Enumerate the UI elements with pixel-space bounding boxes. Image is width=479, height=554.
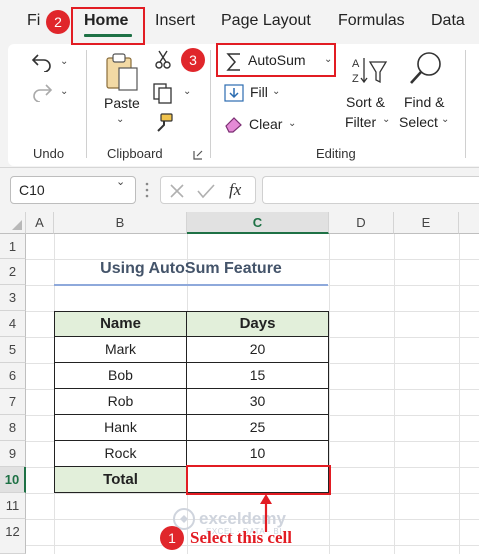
clipboard-group-label: Clipboard xyxy=(107,146,163,161)
home-tab-highlight xyxy=(71,7,145,45)
eraser-icon xyxy=(224,115,244,138)
selected-cell-highlight xyxy=(186,465,331,495)
editing-group-label: Editing xyxy=(316,146,356,161)
group-separator xyxy=(465,50,466,158)
step-3-badge: 3 xyxy=(181,48,205,72)
format-painter-icon[interactable] xyxy=(152,112,174,139)
group-separator xyxy=(210,50,211,158)
fill-button[interactable]: Fill xyxy=(250,84,268,100)
copy-dropdown-chevron-icon[interactable]: ⌄ xyxy=(183,86,191,97)
column-header-e[interactable]: E xyxy=(394,212,459,234)
table-cell-days[interactable]: 25 xyxy=(187,415,329,441)
gridline xyxy=(329,234,330,554)
table-cell-name[interactable]: Rock xyxy=(55,441,187,467)
sort-filter-dropdown-chevron-icon[interactable]: ⌄ xyxy=(382,114,390,125)
formula-controls: fx xyxy=(160,176,256,204)
column-header-c[interactable]: C xyxy=(187,212,329,234)
group-separator xyxy=(86,50,87,158)
cut-icon[interactable] xyxy=(154,50,172,75)
column-header-a[interactable]: A xyxy=(26,212,54,234)
copy-icon[interactable] xyxy=(152,82,174,109)
svg-text:Z: Z xyxy=(352,73,359,85)
table-cell-days[interactable]: 15 xyxy=(187,363,329,389)
column-header-d[interactable]: D xyxy=(329,212,394,234)
clear-dropdown-chevron-icon[interactable]: ⌄ xyxy=(288,118,296,129)
find-select-dropdown-chevron-icon[interactable]: ⌄ xyxy=(441,114,449,125)
sort-filter-label-line1[interactable]: Sort & xyxy=(346,94,385,110)
name-box-chevron-icon[interactable]: ⌄ xyxy=(116,175,125,188)
tab-page-layout[interactable]: Page Layout xyxy=(221,12,311,30)
table-cell-name[interactable]: Rob xyxy=(55,389,187,415)
row-header-1[interactable]: 1 xyxy=(0,234,26,259)
paste-icon[interactable] xyxy=(104,52,140,97)
step-2-badge: 2 xyxy=(46,10,70,34)
table-cell-days[interactable]: 30 xyxy=(187,389,329,415)
tab-insert[interactable]: Insert xyxy=(155,12,195,30)
svg-text:A: A xyxy=(352,58,360,70)
dialog-launcher-icon[interactable] xyxy=(193,147,203,165)
insert-function-button[interactable]: fx xyxy=(229,180,241,200)
paste-button-label[interactable]: Paste xyxy=(104,95,140,111)
table-cell-days[interactable]: 20 xyxy=(187,337,329,363)
clear-button[interactable]: Clear xyxy=(249,116,282,132)
title-underline xyxy=(54,284,328,286)
sheet-title: Using AutoSum Feature xyxy=(100,260,282,277)
undo-dropdown-chevron-icon[interactable]: ⌄ xyxy=(60,56,68,67)
select-all-corner[interactable] xyxy=(0,212,26,234)
row-header-9[interactable]: 9 xyxy=(0,441,26,467)
row-header-8[interactable]: 8 xyxy=(0,415,26,441)
column-header-b[interactable]: B xyxy=(54,212,187,234)
table-cell-days[interactable]: 10 xyxy=(187,441,329,467)
row-header-12[interactable]: 12 xyxy=(0,519,26,554)
fill-down-icon xyxy=(224,84,244,107)
table-cell-name[interactable]: Mark xyxy=(55,337,187,363)
undo-group-label: Undo xyxy=(33,146,65,161)
row-header-6[interactable]: 6 xyxy=(0,363,26,389)
paste-dropdown-chevron-icon[interactable]: ⌄ xyxy=(116,114,124,125)
step-1-instruction: Select this cell xyxy=(190,528,292,547)
row-header-10[interactable]: 10 xyxy=(0,467,26,493)
row-header-2[interactable]: 2 xyxy=(0,259,26,285)
tab-data[interactable]: Data xyxy=(431,12,465,30)
total-label-cell[interactable]: Total xyxy=(55,467,187,493)
tab-file[interactable]: Fi xyxy=(27,12,40,30)
row-header-3[interactable]: 3 xyxy=(0,285,26,311)
fill-dropdown-chevron-icon[interactable]: ⌄ xyxy=(272,86,280,97)
row-header-4[interactable]: 4 xyxy=(0,311,26,337)
redo-dropdown-chevron-icon[interactable]: ⌄ xyxy=(60,86,68,97)
more-options-icon[interactable] xyxy=(144,180,150,205)
row-header-11[interactable]: 11 xyxy=(0,493,26,519)
sort-filter-label-line2[interactable]: Filter xyxy=(345,114,376,130)
cancel-icon[interactable] xyxy=(169,183,185,204)
formula-bar: C10 ⌄ fx xyxy=(0,168,479,212)
table-header-name[interactable]: Name xyxy=(55,312,187,337)
table-cell-name[interactable]: Bob xyxy=(55,363,187,389)
row-header-7[interactable]: 7 xyxy=(0,389,26,415)
undo-icon[interactable] xyxy=(30,52,54,77)
formula-input[interactable] xyxy=(262,176,479,204)
enter-check-icon[interactable] xyxy=(197,183,215,204)
step-1-badge: 1 xyxy=(160,526,184,550)
redo-icon[interactable] xyxy=(30,82,54,107)
find-select-label-line2[interactable]: Select xyxy=(399,114,438,130)
gridline xyxy=(459,234,460,554)
find-select-label-line1[interactable]: Find & xyxy=(404,94,444,110)
autosum-highlight xyxy=(216,43,336,77)
row-header-5[interactable]: 5 xyxy=(0,337,26,363)
tab-formulas[interactable]: Formulas xyxy=(338,12,405,30)
table-cell-name[interactable]: Hank xyxy=(55,415,187,441)
gridline xyxy=(394,234,395,554)
table-header-days[interactable]: Days xyxy=(187,312,329,337)
sort-filter-icon: AZ xyxy=(350,54,390,93)
column-header-f[interactable] xyxy=(459,212,479,234)
find-select-icon xyxy=(408,50,444,93)
